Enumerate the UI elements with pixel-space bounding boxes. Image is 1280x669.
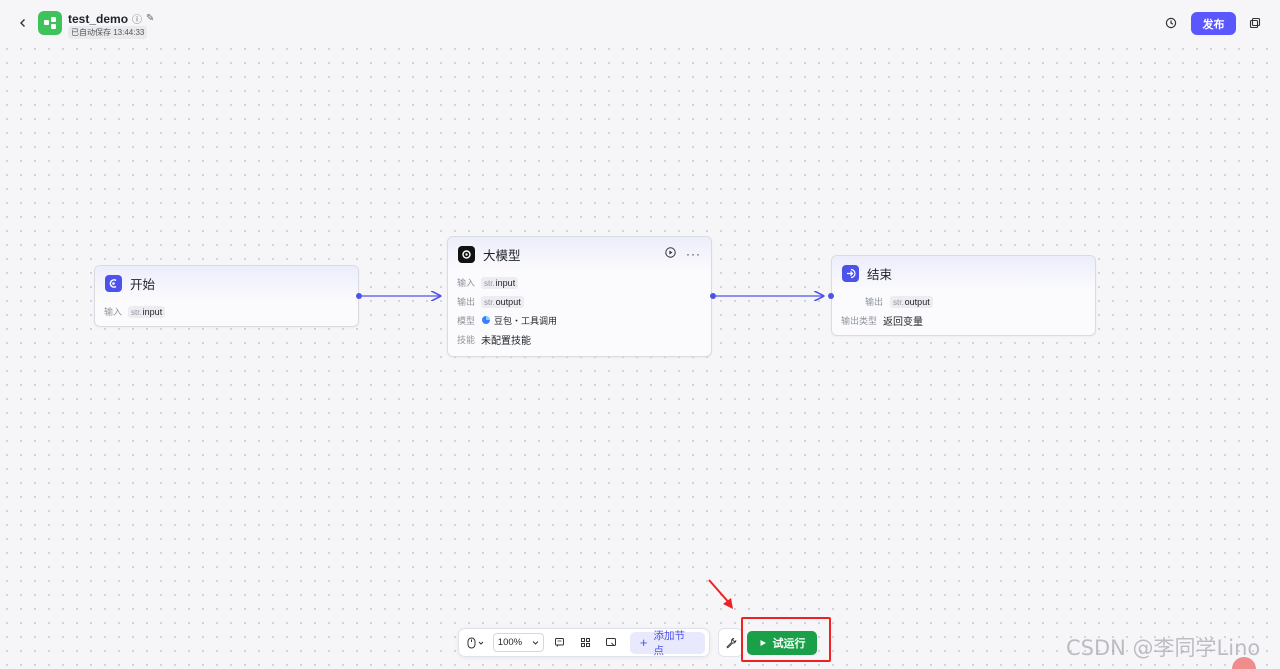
app-title: test_demo [68,11,129,26]
comment-icon[interactable] [548,632,570,653]
test-run-label: 试运行 [772,638,806,650]
red-arrow-annotation [708,579,733,609]
back-arrow-icon[interactable] [14,14,32,32]
history-icon[interactable] [1162,14,1180,32]
llm-node-title: 大模型 [483,248,521,263]
watermark-text: CSDN @李同学Lino [1066,636,1261,660]
llm-input-tag: str.input [481,276,519,289]
test-run-button[interactable]: 试运行 [747,631,817,655]
plus-icon: + [639,635,648,650]
start-input-tag: str.input [128,305,166,318]
end-output-type-value: 返回变量 [883,317,923,328]
zoom-value: 100% [497,637,523,648]
canvas-toolbar: 100% + 添加节点 [458,628,710,657]
end-output-type-key: 输出类型 [841,316,878,326]
end-node-title: 结束 [867,267,893,282]
end-icon [842,264,859,282]
llm-output-key: 输出 [457,297,476,307]
copy-icon[interactable] [1246,14,1264,32]
llm-input-key: 输入 [457,278,476,288]
llm-output-tag: str.output [481,295,524,308]
minimap-icon[interactable] [600,632,622,653]
wrench-icon[interactable] [718,628,743,657]
workflow-app-icon [38,11,62,35]
chevron-down-icon [479,641,484,645]
end-output-key: 输出 [864,297,883,307]
start-input-key: 输入 [104,307,123,317]
start-icon [105,274,122,292]
start-node-title: 开始 [130,277,156,292]
add-node-button[interactable]: + 添加节点 [629,630,705,657]
llm-model-value: 豆包・工具调用 [494,316,558,326]
play-icon[interactable] [665,245,676,263]
end-in-port[interactable] [828,293,834,299]
mouse-mode-button[interactable] [463,632,489,653]
publish-button[interactable]: 发布 [1191,12,1236,35]
play-icon [760,640,766,646]
start-node[interactable]: 开始 输入 str.input [94,265,359,327]
llm-skill-value: 未配置技能 [481,336,531,347]
more-icon[interactable]: ··· [686,247,701,261]
doubao-icon [481,315,491,327]
start-out-port[interactable] [356,293,362,299]
autosave-status: 已自动保存 13:44:33 [68,26,148,39]
end-node[interactable]: 结束 输出 str.output 输出类型 返回变量 [831,255,1096,336]
llm-skill-key: 技能 [457,335,476,345]
llm-model-key: 模型 [457,316,476,326]
top-bar: test_demo ⓘ ✎ 已自动保存 13:44:33 发布 [0,0,1280,46]
llm-icon [458,245,475,263]
llm-out-port[interactable] [710,293,716,299]
mouse-icon [467,637,476,648]
add-node-label: 添加节点 [653,629,685,657]
edit-icon[interactable]: ✎ [146,13,154,24]
llm-node[interactable]: 大模型 ··· 输入 str.input 输出 str.output 模型 豆包… [447,236,712,357]
zoom-select[interactable]: 100% [492,633,545,652]
chevron-down-icon [533,641,539,645]
end-output-tag: str.output [890,295,933,308]
info-icon[interactable]: ⓘ [132,11,142,26]
app-title-group: test_demo ⓘ ✎ [68,11,154,27]
layout-grid-icon[interactable] [574,632,596,653]
